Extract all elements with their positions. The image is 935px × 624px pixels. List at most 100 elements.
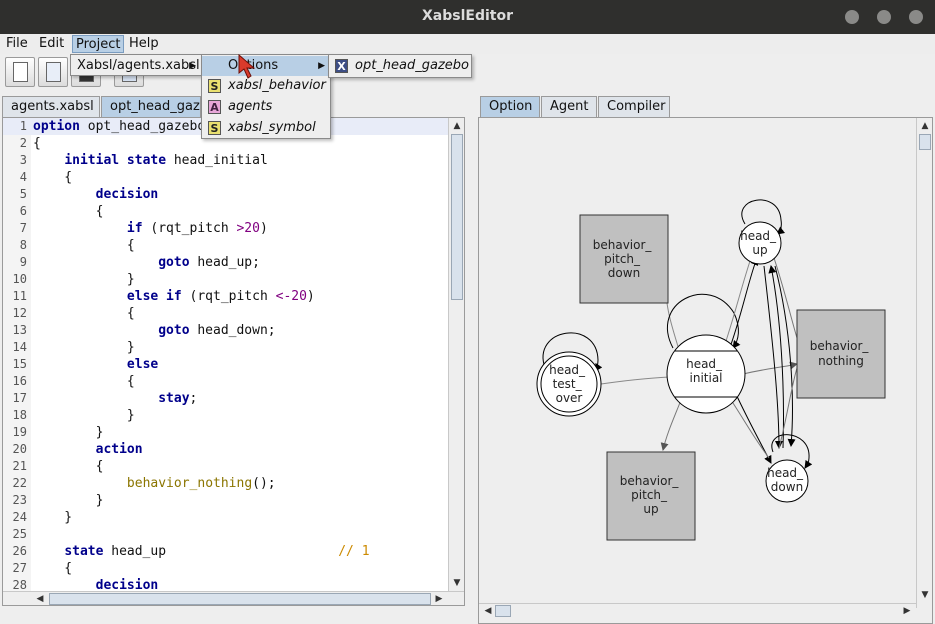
code-line[interactable]: 15 else [3,356,448,373]
code-line[interactable]: 18 } [3,407,448,424]
code-token: { [33,459,104,474]
menu-help[interactable]: Help [126,35,162,53]
behavior-node-nothing[interactable]: behavior_ nothing [796,309,886,399]
mouse-cursor-icon [238,54,256,79]
new-file-icon [13,62,28,82]
code-text: { [33,169,72,186]
menu-item-xabsl-behavior[interactable]: Sxabsl_behavior [202,76,330,96]
code-line[interactable]: 12 { [3,305,448,322]
code-line[interactable]: 8 { [3,237,448,254]
scroll-thumb-horizontal[interactable] [495,605,511,617]
close-button[interactable] [909,10,923,24]
code-line[interactable]: 11 else if (rqt_pitch <-20) [3,288,448,305]
code-text: { [33,373,135,390]
code-line[interactable]: 26 state head_up // 1 [3,543,448,560]
code-area[interactable]: 1 option opt_head_gazebo 2 {3 initial state h… [3,118,448,605]
tab-compiler[interactable]: Compiler [598,96,670,117]
tab-agents-xabsl[interactable]: agents.xabsl [2,96,100,117]
code-text: else [33,356,158,373]
menu-item-agents[interactable]: Aagents [202,97,330,117]
scroll-left-arrow[interactable]: ◀ [33,592,47,605]
graph-horizontal-scrollbar[interactable]: ◀ ▶ [479,603,916,618]
scroll-up-arrow[interactable]: ▲ [918,119,932,133]
state-node-head-up[interactable]: head_ up [738,221,782,265]
tab-agent[interactable]: Agent [541,96,597,117]
submenu-arrow-icon: ▶ [318,61,325,71]
code-line[interactable]: 19 } [3,424,448,441]
code-token: { [33,136,41,151]
behavior-node-pitch-down[interactable]: behavior_ pitch_ down [579,214,669,304]
menu-file[interactable]: File [3,35,31,53]
scroll-down-arrow[interactable]: ▼ [450,576,464,590]
line-number: 20 [12,442,27,456]
code-line[interactable]: 7 if (rqt_pitch >20) [3,220,448,237]
line-number: 3 [19,153,27,167]
behavior-node-pitch-up[interactable]: behavior_ pitch_ up [606,451,696,541]
code-line[interactable]: 16 { [3,373,448,390]
line-number: 19 [12,425,27,439]
scroll-down-arrow[interactable]: ▼ [918,588,932,602]
open-file-button[interactable] [38,57,68,87]
scroll-right-arrow[interactable]: ▶ [432,592,446,605]
code-line[interactable]: 27 { [3,560,448,577]
code-line[interactable]: 4 { [3,169,448,186]
code-line[interactable]: 5 decision [3,186,448,203]
edge-initial-to-nothing [742,361,798,375]
state-label-line: up [752,243,767,257]
edge-test-over-to-initial [600,376,670,385]
editor-horizontal-scrollbar[interactable]: ◀ ▶ [3,591,464,605]
code-line[interactable]: 25 [3,526,448,543]
state-node-head-test-over[interactable]: head_ test_ over [536,351,602,417]
code-token: head_initial [173,153,268,168]
behavior-label-line: behavior_ [810,339,870,353]
code-line[interactable]: 10 } [3,271,448,288]
code-editor[interactable]: 1 option opt_head_gazebo 2 {3 initial state h… [2,117,465,606]
code-line[interactable]: 23 } [3,492,448,509]
scroll-thumb-horizontal[interactable] [49,593,431,605]
maximize-button[interactable] [877,10,891,24]
line-number: 26 [12,544,27,558]
code-text: if (rqt_pitch >20) [33,220,268,237]
scroll-left-arrow[interactable]: ◀ [481,604,495,618]
state-node-head-down[interactable]: head_ down [765,459,809,503]
code-token: behavior_nothing [126,476,253,491]
code-line[interactable]: 20 action [3,441,448,458]
menu-item-label: xabsl_symbol [228,120,316,135]
state-label-line: down [771,480,803,494]
minimize-button[interactable] [845,10,859,24]
code-line[interactable]: 13 goto head_down; [3,322,448,339]
tab-opt-head-gazebo[interactable]: opt_head_gaze [101,96,201,117]
scroll-right-arrow[interactable]: ▶ [900,604,914,618]
menu-item-options[interactable]: Options ▶ [202,56,330,76]
code-line[interactable]: 21 { [3,458,448,475]
code-line[interactable]: 22 behavior_nothing(); [3,475,448,492]
code-line[interactable]: 17 stay; [3,390,448,407]
state-node-head-initial[interactable]: head_ initial [666,334,746,414]
menu-project[interactable]: Project [72,35,125,53]
code-token: (rqt_pitch [189,289,276,304]
scroll-up-arrow[interactable]: ▲ [450,119,464,133]
code-line[interactable]: 9 goto head_up; [3,254,448,271]
code-line[interactable]: 3 initial state head_initial [3,152,448,169]
menu-edit[interactable]: Edit [36,35,67,53]
code-text: decision [33,186,159,203]
code-token: if [126,221,143,236]
scroll-thumb[interactable] [451,134,463,300]
code-line[interactable]: 14 } [3,339,448,356]
new-file-button[interactable] [5,57,35,87]
code-line[interactable]: 24 } [3,509,448,526]
tab-option[interactable]: Option [480,96,540,117]
menu-item-xabsl-symbol[interactable]: Sxabsl_symbol [202,118,330,138]
graph-vertical-scrollbar[interactable]: ▲ ▼ [916,118,932,608]
editor-vertical-scrollbar[interactable]: ▲ ▼ [448,118,464,592]
scroll-thumb[interactable] [919,134,931,150]
code-token: action [95,442,143,457]
svg-text:head_ initial: head_ initial [686,357,726,385]
code-token: ) [306,289,315,304]
menu-item-opt-head-gazebo[interactable]: Xopt_head_gazebo [329,56,471,76]
code-line[interactable]: 6 { [3,203,448,220]
menu-item-xabsl-agents[interactable]: Xabsl/agents.xabsl ▶ [71,56,201,76]
line-number: 11 [12,289,27,303]
option-graph-view[interactable]: behavior_ pitch_ down behavior_ nothing … [478,117,933,624]
